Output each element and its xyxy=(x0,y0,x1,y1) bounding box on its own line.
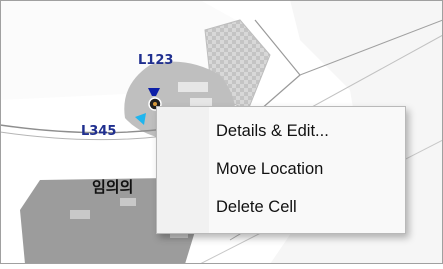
menu-item-move-location[interactable]: Move Location xyxy=(209,154,399,185)
place-label: 임의의 xyxy=(92,178,134,196)
marker-label-l345: L345 xyxy=(81,124,117,139)
menu-item-delete-cell[interactable]: Delete Cell xyxy=(209,192,399,223)
building-block xyxy=(120,198,136,206)
menu-icon-gutter xyxy=(157,107,209,233)
lot-block xyxy=(178,82,208,92)
menu-item-details-edit[interactable]: Details & Edit... xyxy=(209,116,399,147)
context-menu: Details & Edit... Move Location Delete C… xyxy=(156,106,406,234)
building-block xyxy=(70,210,90,219)
lot-block xyxy=(190,98,212,106)
marker-label-l123: L123 xyxy=(138,53,174,68)
